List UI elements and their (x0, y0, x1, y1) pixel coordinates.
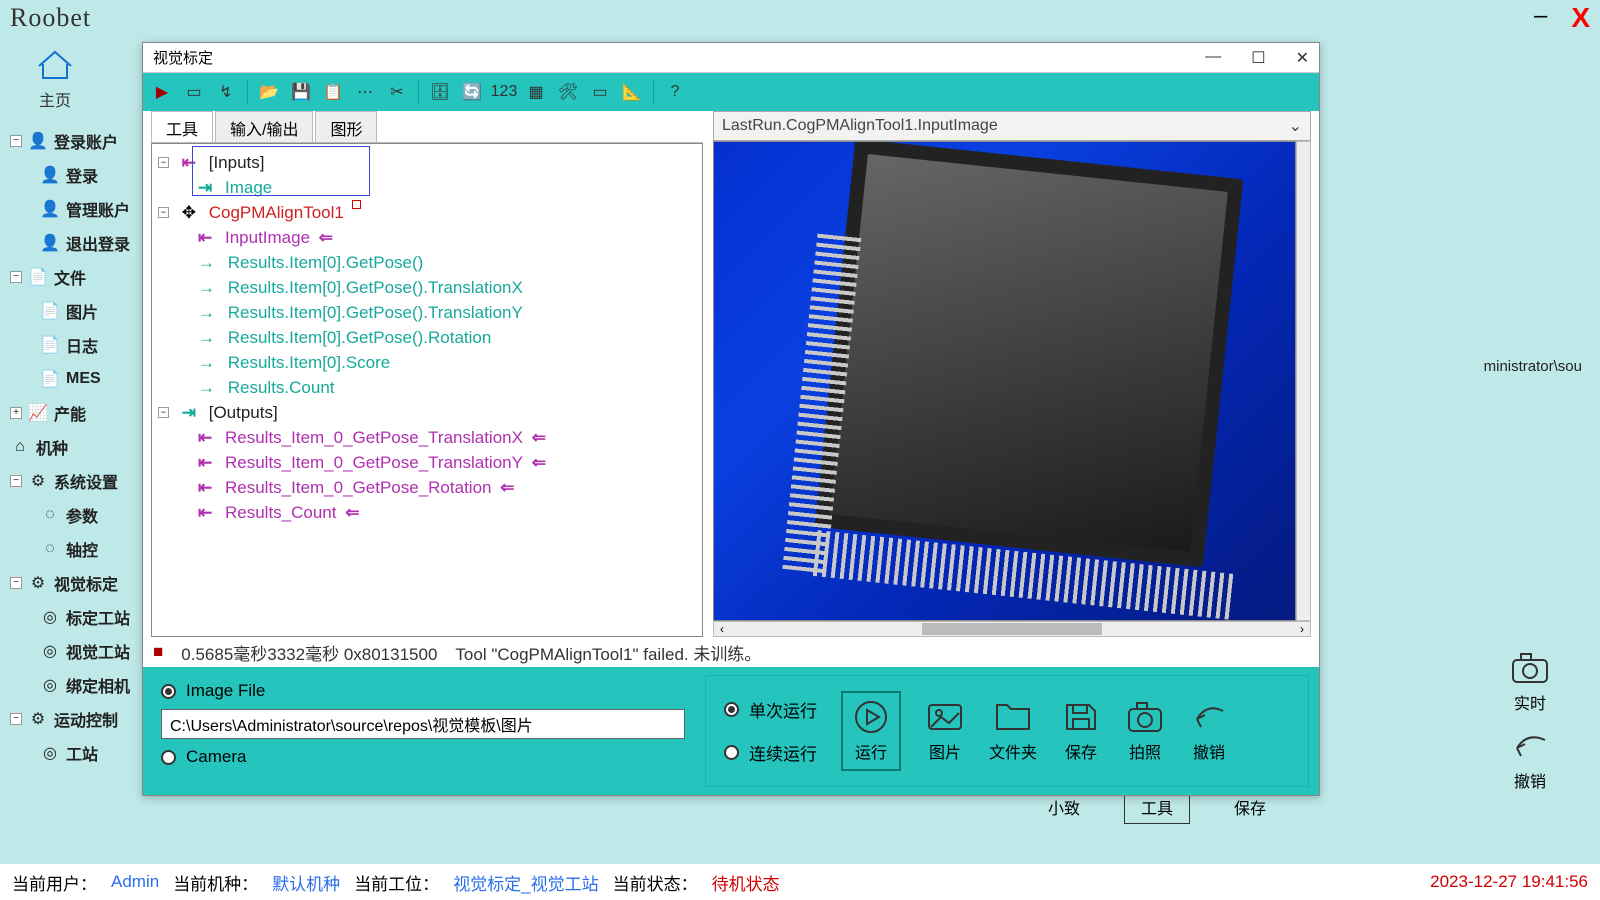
status-state: 待机状态 (712, 870, 780, 895)
db-icon[interactable]: 🗄 (429, 81, 451, 103)
num-icon[interactable]: 123 (493, 81, 515, 103)
home-icon (33, 46, 77, 82)
dialog-tabs: 工具 输入/输出 图形 (151, 111, 703, 143)
status-model: 默认机种 (272, 870, 340, 895)
tree-inputs[interactable]: [Inputs] (209, 150, 265, 175)
tree-count[interactable]: Results.Count (228, 375, 335, 400)
radio-icon (161, 684, 176, 699)
status-timestamp: 2023-12-27 19:41:56 (1430, 872, 1588, 892)
tree-image[interactable]: Image (225, 175, 272, 200)
copy-icon[interactable]: 📋 (322, 81, 344, 103)
run-panel: 单次运行 连续运行 运行 图片 文件夹 保存 (705, 675, 1309, 787)
radio-icon (161, 750, 176, 765)
status-msg: Tool "CogPMAlignTool1" failed. 未训练。 (455, 640, 761, 665)
minimize-button[interactable]: – (1534, 2, 1547, 34)
dialog-status: ■ 0.5685毫秒3332毫秒 0x80131500 Tool "CogPMA… (143, 637, 1319, 667)
image-button[interactable]: 图片 (925, 699, 965, 763)
save-icon[interactable]: 💾 (290, 81, 312, 103)
grid-icon[interactable]: ▦ (525, 81, 547, 103)
dialog-close[interactable]: ✕ (1296, 48, 1309, 68)
radio-camera[interactable]: Camera (161, 747, 685, 767)
status-timing: 0.5685毫秒3332毫秒 0x80131500 (181, 640, 437, 665)
run-button[interactable]: 运行 (841, 691, 901, 771)
status-bar: 当前用户：Admin 当前机种：默认机种 当前工位：视觉标定_视觉工站 当前状态… (0, 864, 1600, 900)
preview-hscroll[interactable]: ‹› (713, 621, 1311, 637)
dialog-title: 视觉标定 (153, 47, 213, 68)
refresh-icon[interactable]: 🔄 (461, 81, 483, 103)
radio-continuous-run[interactable]: 连续运行 (724, 740, 817, 765)
tree-otx[interactable]: Results_Item_0_GetPose_TranslationX (225, 425, 523, 450)
vision-dialog: 视觉标定 — ☐ ✕ ▶ ▭ ↯ 📂 💾 📋 ⋯ ✂ 🗄 🔄 123 ▦ 🛠 ▭ (142, 42, 1320, 796)
undo-button[interactable]: 撤销 (1189, 699, 1229, 763)
tree-getpose[interactable]: Results.Item[0].GetPose() (228, 250, 424, 275)
tree-ocount[interactable]: Results_Count (225, 500, 337, 525)
image-preview[interactable] (713, 141, 1296, 621)
tab-graphic[interactable]: 图形 (315, 111, 377, 142)
status-station: 视觉标定_视觉工站 (453, 870, 598, 895)
camera-icon (1507, 648, 1553, 688)
save-button[interactable]: 保存 (1061, 699, 1101, 763)
home-label: 主页 (33, 87, 77, 111)
realtime-button[interactable]: 实时 (1470, 648, 1590, 714)
dialog-titlebar[interactable]: 视觉标定 — ☐ ✕ (143, 43, 1319, 73)
tree-tx[interactable]: Results.Item[0].GetPose().TranslationX (228, 275, 523, 300)
help-icon[interactable]: ? (664, 81, 686, 103)
app-logo: Roobet (10, 3, 91, 33)
play-icon (851, 699, 891, 735)
camera-icon (1125, 699, 1165, 735)
tree-ty[interactable]: Results.Item[0].GetPose().TranslationY (228, 300, 523, 325)
tab-tool[interactable]: 工具 (151, 111, 213, 142)
view-icon[interactable]: ▭ (183, 81, 205, 103)
tree-rot[interactable]: Results.Item[0].GetPose().Rotation (228, 325, 492, 350)
tree-oty[interactable]: Results_Item_0_GetPose_TranslationY (225, 450, 523, 475)
tree-score[interactable]: Results.Item[0].Score (228, 350, 391, 375)
tab-io[interactable]: 输入/输出 (215, 111, 313, 142)
undo-icon (1189, 699, 1229, 735)
save-icon (1061, 699, 1101, 735)
status-user: Admin (111, 872, 159, 892)
radio-single-run[interactable]: 单次运行 (724, 697, 817, 722)
folder-button[interactable]: 文件夹 (989, 699, 1037, 763)
text-icon[interactable]: ▭ (589, 81, 611, 103)
undo-icon (1507, 726, 1553, 766)
open-icon[interactable]: 📂 (258, 81, 280, 103)
image-icon (925, 699, 965, 735)
undo-button-bg[interactable]: 撤销 (1470, 726, 1590, 792)
image-path-input[interactable]: C:\Users\Administrator\source\repos\视觉模板… (161, 709, 685, 739)
run-icon[interactable]: ▶ (151, 81, 173, 103)
tool-tree[interactable]: − ⇤ [Inputs] ⇥ Image − ✥ CogPMAlignTool1… (151, 143, 703, 637)
home-button[interactable]: 主页 (23, 42, 87, 115)
photo-button[interactable]: 拍照 (1125, 699, 1165, 763)
tree-toolname[interactable]: CogPMAlignTool1 (209, 200, 344, 225)
chevron-down-icon: ⌄ (1289, 116, 1302, 136)
dialog-minimize[interactable]: — (1205, 48, 1221, 68)
tree-inputimage[interactable]: InputImage (225, 225, 310, 250)
dialog-toolbar: ▶ ▭ ↯ 📂 💾 📋 ⋯ ✂ 🗄 🔄 123 ▦ 🛠 ▭ 📐 ? (143, 73, 1319, 111)
tree-orot[interactable]: Results_Item_0_GetPose_Rotation (225, 475, 492, 500)
bg-path-fragment: ministrator\sou (1484, 358, 1582, 375)
tree-outputs[interactable]: [Outputs] (209, 400, 278, 425)
source-panel: Image File C:\Users\Administrator\source… (153, 675, 693, 787)
image-source-combo[interactable]: LastRun.CogPMAlignTool1.InputImage ⌄ (713, 111, 1311, 141)
app-topbar: Roobet – X (0, 0, 1600, 36)
window-buttons: – X (1534, 2, 1590, 34)
measure-icon[interactable]: 📐 (621, 81, 643, 103)
link-icon[interactable]: ↯ (215, 81, 237, 103)
preview-vscroll[interactable] (1296, 141, 1311, 621)
close-button[interactable]: X (1571, 2, 1590, 34)
cut-icon[interactable]: ✂ (386, 81, 408, 103)
folder-icon (993, 699, 1033, 735)
dialog-maximize[interactable]: ☐ (1251, 48, 1265, 68)
radio-image-file[interactable]: Image File (161, 681, 685, 701)
label-icon[interactable]: ⋯ (354, 81, 376, 103)
tools-icon[interactable]: 🛠 (557, 81, 579, 103)
